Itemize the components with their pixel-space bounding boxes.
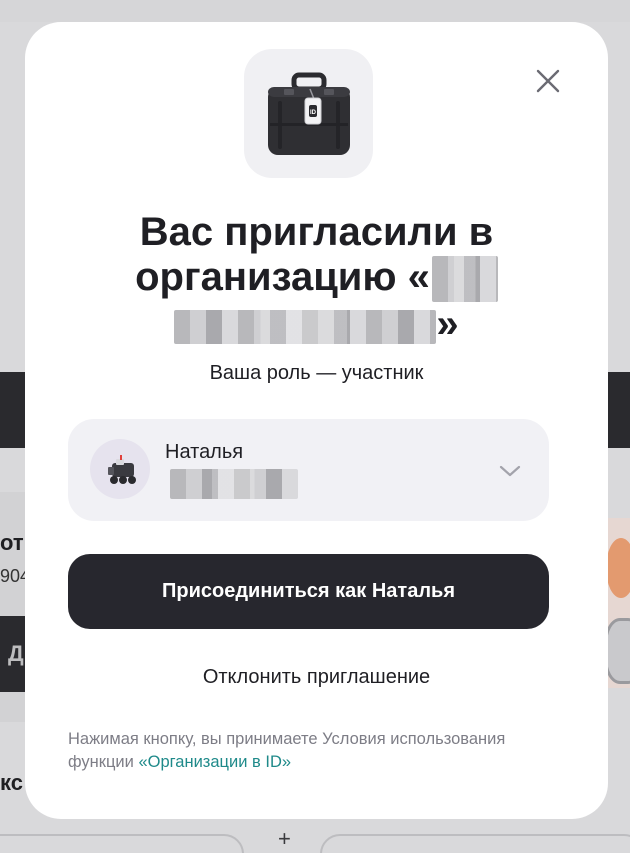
briefcase-icon: ID [268,72,350,155]
role-text: Ваша роль — участник [209,362,424,384]
redacted-organization-name [431,256,498,303]
plus-icon: + [278,826,291,851]
account-name: Наталья [165,441,244,463]
title-quote-close: » [436,302,459,347]
background-text-fragment: кс [0,770,23,795]
title-line-1: Вас пригласили в [139,210,494,254]
join-button[interactable]: Присоединиться как Наталья [68,554,549,629]
invitation-modal: ID Вас пригласили в организацию « » Ваша… [25,22,608,819]
background-input-fragment [320,834,630,853]
close-icon [536,69,560,93]
avatar [90,439,150,499]
redacted-organization-name [174,309,437,344]
svg-text:ID: ID [310,110,317,116]
background-text-fragment: от [0,530,24,555]
page-title: Вас пригласили в организацию « » [25,210,608,347]
background-top-strip [0,0,630,22]
chevron-down-icon [499,465,521,477]
decline-button[interactable]: Отклонить приглашение [25,666,608,689]
close-button[interactable] [533,66,563,96]
title-line-2: организацию « [135,255,430,299]
robot-avatar-icon [108,455,136,484]
account-selector[interactable]: Наталья [68,419,549,521]
background-input-fragment [0,834,244,853]
legal-notice: Нажимая кнопку, вы принимаете Условия ис… [68,728,568,774]
organization-logo: ID [244,49,373,178]
redacted-account-login [170,469,298,499]
terms-link[interactable]: «Организации в ID» [138,753,291,771]
